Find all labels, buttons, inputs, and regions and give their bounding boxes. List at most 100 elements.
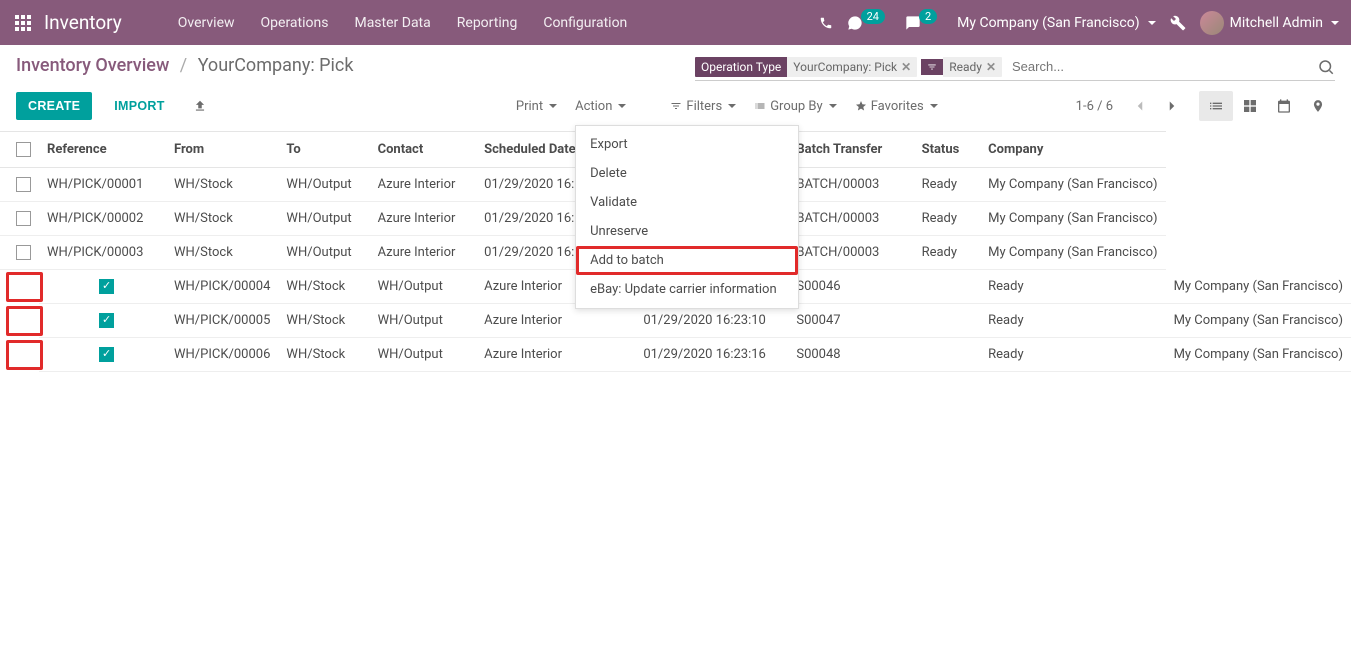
favorites-dropdown[interactable]: Favorites (855, 99, 938, 114)
cell-to: WH/Output (278, 236, 369, 270)
breadcrumb-separator: / (180, 55, 187, 76)
menu-overview[interactable]: Overview (166, 9, 247, 37)
row-checkbox[interactable] (16, 177, 31, 192)
user-menu[interactable]: Mitchell Admin (1200, 11, 1339, 35)
company-name: My Company (San Francisco) (957, 15, 1139, 31)
cell-from: WH/Stock (278, 270, 369, 304)
chevron-down-icon (549, 104, 557, 108)
search-input[interactable] (1006, 55, 1313, 78)
table-row[interactable]: WH/PICK/00005WH/StockWH/OutputAzure Inte… (0, 304, 1351, 338)
cell-status: Ready (914, 202, 981, 236)
upload-icon[interactable] (193, 99, 207, 113)
debug-icon[interactable] (1170, 15, 1186, 31)
messages-icon[interactable]: 24 (847, 15, 891, 31)
cell-status: Ready (980, 270, 1165, 304)
cell-company: My Company (San Francisco) (980, 236, 1165, 270)
cell-from: WH/Stock (278, 304, 369, 338)
row-checkbox[interactable] (99, 313, 114, 328)
facet-remove-icon[interactable]: ✕ (986, 60, 996, 74)
cell-src: S00046 (788, 270, 913, 304)
action-item-unreserve[interactable]: Unreserve (576, 217, 798, 246)
chevron-down-icon (930, 104, 938, 108)
filters-dropdown[interactable]: Filters (670, 99, 736, 114)
pager-text: 1-6 / 6 (1076, 99, 1113, 114)
row-checkbox[interactable] (99, 347, 114, 362)
action-item-ebay-update-carrier-information[interactable]: eBay: Update carrier information (576, 275, 798, 304)
menu-reporting[interactable]: Reporting (445, 9, 530, 37)
cell-contact: Azure Interior (370, 202, 477, 236)
control-panel: CREATE IMPORT Print Action ExportDeleteV… (0, 81, 1351, 131)
col-contact[interactable]: Contact (370, 132, 477, 168)
cell-date: 01/29/2020 16:23:16 (635, 338, 788, 372)
cell-batch (914, 304, 981, 338)
col-to[interactable]: To (278, 132, 369, 168)
apps-icon[interactable] (12, 12, 34, 34)
menu-configuration[interactable]: Configuration (531, 9, 639, 37)
action-item-export[interactable]: Export (576, 130, 798, 159)
cell-batch (914, 338, 981, 372)
groupby-dropdown[interactable]: Group By (754, 99, 837, 114)
search-facet-ready: Ready ✕ (921, 57, 1002, 77)
action-menu: ExportDeleteValidateUnreserveAdd to batc… (575, 125, 799, 309)
pager-next[interactable] (1163, 97, 1181, 115)
cell-batch (914, 270, 981, 304)
view-kanban[interactable] (1233, 91, 1267, 121)
cell-from: WH/Stock (166, 168, 278, 202)
view-calendar[interactable] (1267, 91, 1301, 121)
col-company[interactable]: Company (980, 132, 1165, 168)
create-button[interactable]: CREATE (16, 92, 92, 120)
breadcrumb: Inventory Overview / YourCompany: Pick (16, 55, 353, 76)
table-row[interactable]: WH/PICK/00006WH/StockWH/OutputAzure Inte… (0, 338, 1351, 372)
facet-remove-icon[interactable]: ✕ (901, 60, 911, 74)
facet-label: Operation Type (701, 60, 781, 74)
select-all-checkbox[interactable] (16, 142, 31, 157)
col-status[interactable]: Status (914, 132, 981, 168)
user-name: Mitchell Admin (1230, 15, 1323, 31)
row-checkbox[interactable] (99, 279, 114, 294)
print-dropdown[interactable]: Print (516, 99, 557, 114)
search-bar[interactable]: Operation Type YourCompany: Pick ✕ Ready… (695, 55, 1335, 81)
cell-from: WH/Stock (166, 236, 278, 270)
phone-icon[interactable] (819, 16, 833, 30)
cell-batch: BATCH/00003 (788, 236, 913, 270)
row-checkbox[interactable] (16, 245, 31, 260)
col-from[interactable]: From (166, 132, 278, 168)
menu-master-data[interactable]: Master Data (342, 9, 442, 37)
breadcrumb-parent[interactable]: Inventory Overview (16, 55, 169, 76)
col-batch-transfer[interactable]: Batch Transfer (788, 132, 913, 168)
view-list[interactable] (1199, 91, 1233, 121)
action-item-add-to-batch[interactable]: Add to batch (576, 246, 798, 275)
row-checkbox[interactable] (16, 211, 31, 226)
cell-company: My Company (San Francisco) (980, 202, 1165, 236)
pager-prev[interactable] (1131, 97, 1149, 115)
action-dropdown[interactable]: Action (575, 99, 626, 114)
search-icon[interactable] (1317, 58, 1335, 76)
cell-status: Ready (914, 236, 981, 270)
action-item-validate[interactable]: Validate (576, 188, 798, 217)
menu-operations[interactable]: Operations (249, 9, 341, 37)
cell-company: My Company (San Francisco) (1166, 270, 1351, 304)
cell-company: My Company (San Francisco) (1166, 304, 1351, 338)
view-map[interactable] (1301, 91, 1335, 121)
action-item-delete[interactable]: Delete (576, 159, 798, 188)
discuss-icon[interactable]: 2 (905, 15, 943, 31)
cell-company: My Company (San Francisco) (980, 168, 1165, 202)
cell-reference: WH/PICK/00002 (39, 202, 166, 236)
cell-status: Ready (980, 304, 1165, 338)
main-menu: Overview Operations Master Data Reportin… (166, 9, 640, 37)
app-brand[interactable]: Inventory (44, 11, 122, 34)
star-icon (855, 100, 867, 112)
filters-label: Filters (686, 99, 722, 114)
breadcrumb-current: YourCompany: Pick (198, 55, 354, 76)
cell-src: S00048 (788, 338, 913, 372)
cell-to: WH/Output (278, 202, 369, 236)
cell-contact: Azure Interior (476, 338, 635, 372)
cell-reference: WH/PICK/00001 (39, 168, 166, 202)
import-button[interactable]: IMPORT (102, 92, 176, 120)
chevron-down-icon (1148, 21, 1156, 25)
col-reference[interactable]: Reference (39, 132, 166, 168)
cell-from: WH/Stock (166, 202, 278, 236)
company-switcher[interactable]: My Company (San Francisco) (957, 15, 1155, 31)
header-row: Inventory Overview / YourCompany: Pick O… (0, 45, 1351, 81)
search-facet-operation-type: Operation Type YourCompany: Pick ✕ (695, 57, 917, 77)
